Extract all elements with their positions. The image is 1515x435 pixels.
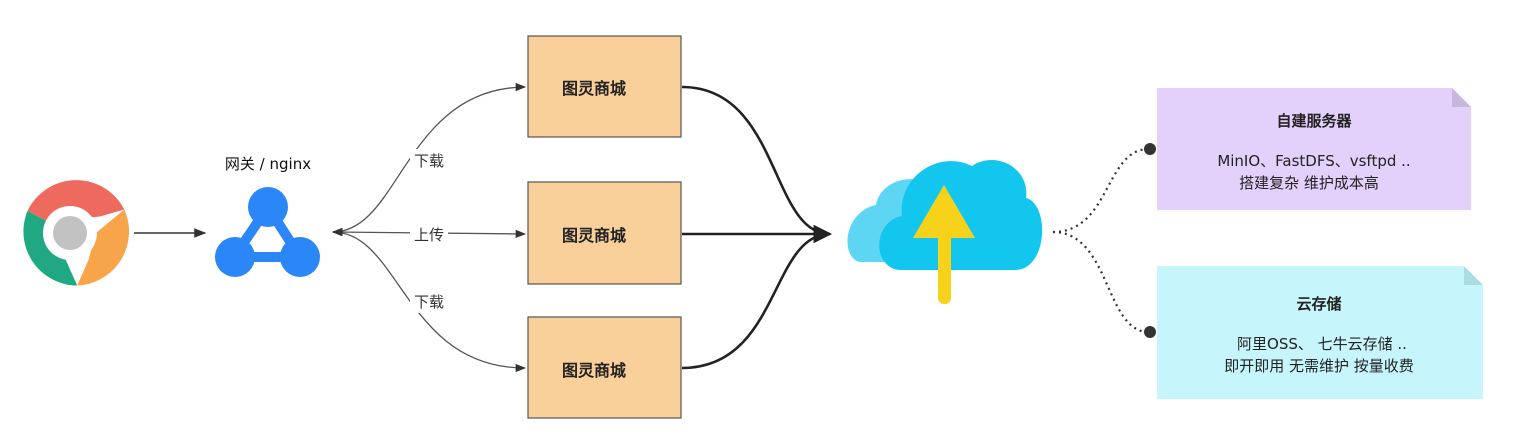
service-label: 图灵商城	[562, 79, 626, 98]
note-line: MinIO、FastDFS、vsftpd ..	[1217, 152, 1410, 170]
note-title: 云存储	[1296, 295, 1341, 313]
cloud-note-connectors	[1052, 147, 1149, 334]
edge-label-download-bottom: 下载	[414, 293, 444, 311]
service-label: 图灵商城	[562, 226, 626, 245]
cloud-upload-icon	[847, 160, 1043, 304]
service-label: 图灵商城	[562, 361, 626, 380]
service-box-2[interactable]: 图灵商城	[527, 181, 682, 285]
network-hub-icon	[215, 187, 320, 277]
note-self-hosted: 自建服务器 MinIO、FastDFS、vsftpd .. 搭建复杂 维护成本高	[1157, 88, 1471, 210]
connector-dot	[1144, 143, 1156, 155]
connector-dot	[1144, 326, 1156, 338]
gateway-label: 网关 / nginx	[225, 155, 311, 173]
service-box-1[interactable]: 图灵商城	[527, 35, 682, 138]
edge-label-download-top: 下载	[414, 152, 444, 170]
edge-label-upload: 上传	[414, 226, 444, 244]
note-cloud-storage: 云存储 阿里OSS、 七牛云存储 .. 即开即用 无需维护 按量收费	[1157, 266, 1483, 399]
note-line: 即开即用 无需维护 按量收费	[1224, 357, 1414, 375]
service-cloud-connectors	[681, 85, 832, 370]
note-line: 阿里OSS、 七牛云存储 ..	[1237, 335, 1407, 353]
architecture-diagram: 网关 / nginx 下载 上传 下载 图灵商城 图灵商城 图灵商城 自建服务器…	[23, 35, 1483, 419]
chrome-browser-icon	[23, 180, 130, 286]
service-box-3[interactable]: 图灵商城	[527, 316, 682, 419]
note-title: 自建服务器	[1276, 112, 1352, 130]
note-line: 搭建复杂 维护成本高	[1239, 174, 1379, 192]
